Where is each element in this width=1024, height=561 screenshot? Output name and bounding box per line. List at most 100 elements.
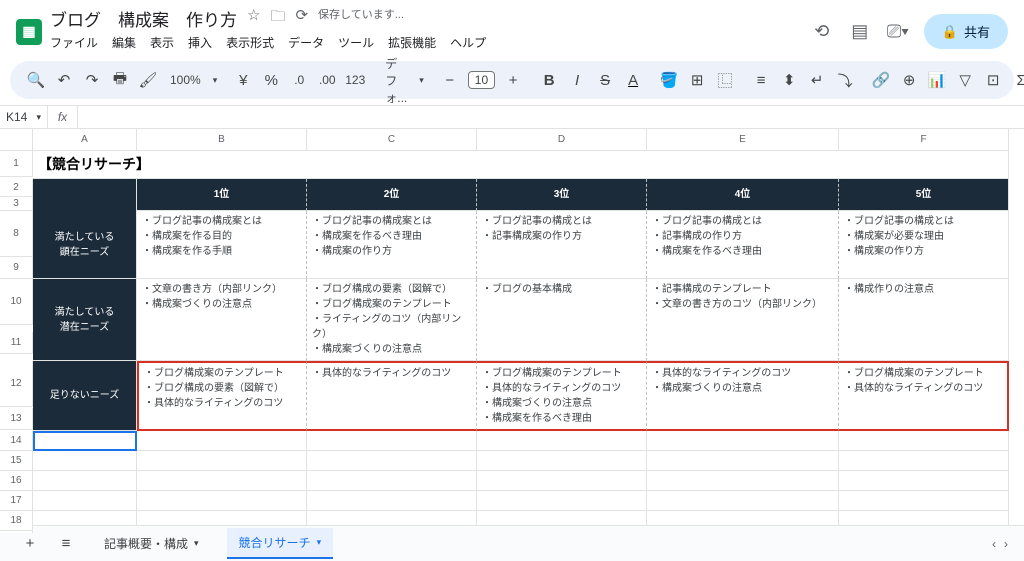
insert-comment-icon[interactable]: ⊕ <box>899 68 919 92</box>
menu-data[interactable]: データ <box>288 34 324 51</box>
row-header[interactable]: 14 <box>0 431 33 451</box>
strikethrough-icon[interactable]: S <box>595 68 615 92</box>
font-size-decrease-icon[interactable]: − <box>440 68 460 92</box>
sheet-tab-active[interactable]: 競合リサーチ ▾ <box>227 528 334 559</box>
row-header[interactable]: 16 <box>0 471 33 491</box>
name-box[interactable]: K14 ▾ <box>0 106 48 128</box>
menu-edit[interactable]: 編集 <box>112 34 136 51</box>
row-header[interactable]: 17 <box>0 491 33 511</box>
data-cell[interactable]: ・ブログ構成案のテンプレート ・ブログ構成の要素（図解で） ・具体的なライティン… <box>137 361 307 431</box>
rank-header[interactable]: 2位 <box>307 179 477 211</box>
col-header[interactable]: A <box>33 129 137 151</box>
row-header[interactable]: 11 <box>0 332 33 354</box>
undo-icon[interactable]: ↶ <box>54 68 74 92</box>
col-header[interactable]: B <box>137 129 307 151</box>
menu-file[interactable]: ファイル <box>50 34 98 51</box>
star-icon[interactable]: ☆ <box>247 6 260 31</box>
row-header[interactable]: 9 <box>0 257 33 279</box>
row-label[interactable]: 足りないニーズ <box>33 361 137 431</box>
select-all-corner[interactable] <box>0 129 33 151</box>
percent-icon[interactable]: % <box>261 68 281 92</box>
row-header[interactable]: 10 <box>0 279 33 325</box>
scroll-right-icon[interactable]: › <box>1004 537 1008 551</box>
doc-title[interactable]: ブログ 構成案 作り方 <box>50 6 237 31</box>
row-header[interactable]: 3 <box>0 197 33 211</box>
sheets-logo[interactable]: ▦ <box>16 19 42 45</box>
link-icon[interactable]: 🔗 <box>871 68 891 92</box>
text-wrap-icon[interactable]: ↵ <box>807 68 827 92</box>
row-header[interactable]: 18 <box>0 511 33 531</box>
decimal-increase-icon[interactable]: .00 <box>317 68 337 92</box>
data-cell[interactable]: ・ブログ記事の構成案とは ・構成案を作る目的 ・構成案を作る手順 <box>137 211 307 279</box>
row-label[interactable]: 満たしている 潜在ニーズ <box>33 279 137 361</box>
col-header[interactable]: E <box>647 129 839 151</box>
currency-yen-icon[interactable]: ¥ <box>233 68 253 92</box>
zoom-select[interactable]: 100% <box>166 73 205 87</box>
font-size-increase-icon[interactable]: + <box>503 68 523 92</box>
meet-icon[interactable]: ⎚▾ <box>886 20 910 44</box>
add-sheet-icon[interactable]: + <box>20 532 40 556</box>
data-cell[interactable]: ・文章の書き方（内部リンク） ・構成案づくりの注意点 <box>137 279 307 361</box>
col-header[interactable]: C <box>307 129 477 151</box>
fill-color-icon[interactable]: 🪣 <box>659 68 679 92</box>
data-cell[interactable]: ・具体的なライティングのコツ <box>307 361 477 431</box>
search-icon[interactable]: 🔍 <box>26 68 46 92</box>
rank-header[interactable]: 5位 <box>839 179 1009 211</box>
italic-icon[interactable]: I <box>567 68 587 92</box>
data-cell[interactable]: ・ブログ記事の構成とは ・構成案が必要な理由 ・構成案の作り方 <box>839 211 1009 279</box>
scroll-left-icon[interactable]: ‹ <box>992 537 996 551</box>
menu-help[interactable]: ヘルプ <box>450 34 486 51</box>
rank-header[interactable]: 4位 <box>647 179 839 211</box>
rank-header[interactable]: 3位 <box>477 179 647 211</box>
share-button[interactable]: 🔒 共有 <box>924 14 1008 49</box>
decimal-decrease-icon[interactable]: .0 <box>289 68 309 92</box>
redo-icon[interactable]: ↷ <box>82 68 102 92</box>
rank-header[interactable]: 1位 <box>137 179 307 211</box>
data-cell[interactable]: ・ブログ記事の構成とは ・記事構成案の作り方 <box>477 211 647 279</box>
functions-icon[interactable]: Σ <box>1011 68 1024 92</box>
menu-insert[interactable]: 挿入 <box>188 34 212 51</box>
menu-extensions[interactable]: 拡張機能 <box>388 34 436 51</box>
font-size-input[interactable]: 10 <box>468 71 495 89</box>
merge-cells-icon[interactable]: ⿺ <box>715 68 735 92</box>
filter-views-icon[interactable]: ⊡ <box>983 68 1003 92</box>
row-header[interactable]: 19 <box>0 531 33 533</box>
data-cell[interactable]: ・ブログ構成の要素（図解で） ・ブログ構成案のテンプレート ・ライティングのコツ… <box>307 279 477 361</box>
data-cell[interactable]: ・具体的なライティングのコツ ・構成案づくりの注意点 <box>647 361 839 431</box>
text-rotation-icon[interactable]: ⤵ <box>835 68 855 92</box>
history-icon[interactable]: ⟲ <box>810 20 834 44</box>
move-icon[interactable]: 🗀 <box>270 6 285 31</box>
sheet-tab[interactable]: 記事概要・構成 ▾ <box>92 529 211 558</box>
insert-chart-icon[interactable]: 📊 <box>927 68 947 92</box>
row-header[interactable]: 2 <box>0 179 33 197</box>
paint-format-icon[interactable]: 🖌 <box>138 68 158 92</box>
selected-cell[interactable] <box>33 431 137 451</box>
all-sheets-icon[interactable]: ≡ <box>56 532 76 556</box>
data-cell[interactable]: ・記事構成のテンプレート ・文章の書き方のコツ（内部リンク） <box>647 279 839 361</box>
row-header[interactable]: 8 <box>0 211 33 257</box>
row-header[interactable]: 15 <box>0 451 33 471</box>
filter-icon[interactable]: ▽ <box>955 68 975 92</box>
bold-icon[interactable]: B <box>539 68 559 92</box>
menu-view[interactable]: 表示 <box>150 34 174 51</box>
formula-bar[interactable] <box>78 106 1024 128</box>
row-label[interactable]: 満たしている 顕在ニーズ <box>33 211 137 279</box>
menu-format[interactable]: 表示形式 <box>226 34 274 51</box>
col-header[interactable]: F <box>839 129 1009 151</box>
col-header[interactable]: D <box>477 129 647 151</box>
font-select[interactable]: デフォ... <box>381 55 411 106</box>
align-vertical-icon[interactable]: ⬍ <box>779 68 799 92</box>
data-cell[interactable]: ・ブログ記事の構成案とは ・構成案を作るべき理由 ・構成案の作り方 <box>307 211 477 279</box>
cloud-icon[interactable]: ⟳ <box>295 6 308 31</box>
align-horizontal-icon[interactable]: ≡ <box>751 68 771 92</box>
more-formats-icon[interactable]: 123 <box>345 68 365 92</box>
data-cell[interactable]: ・ブログの基本構成 <box>477 279 647 361</box>
row-header[interactable]: 1 <box>0 151 33 177</box>
text-color-icon[interactable]: A <box>623 68 643 92</box>
row-header[interactable]: 12 <box>0 361 33 407</box>
row-header[interactable]: 13 <box>0 408 33 430</box>
rank-header-blank[interactable] <box>33 179 137 211</box>
data-cell[interactable]: ・ブログ構成案のテンプレート ・具体的なライティングのコツ <box>839 361 1009 431</box>
title-cell[interactable]: 【競合リサーチ】 <box>33 151 1009 179</box>
data-cell[interactable]: ・ブログ構成案のテンプレート ・具体的なライティングのコツ ・構成案づくりの注意… <box>477 361 647 431</box>
